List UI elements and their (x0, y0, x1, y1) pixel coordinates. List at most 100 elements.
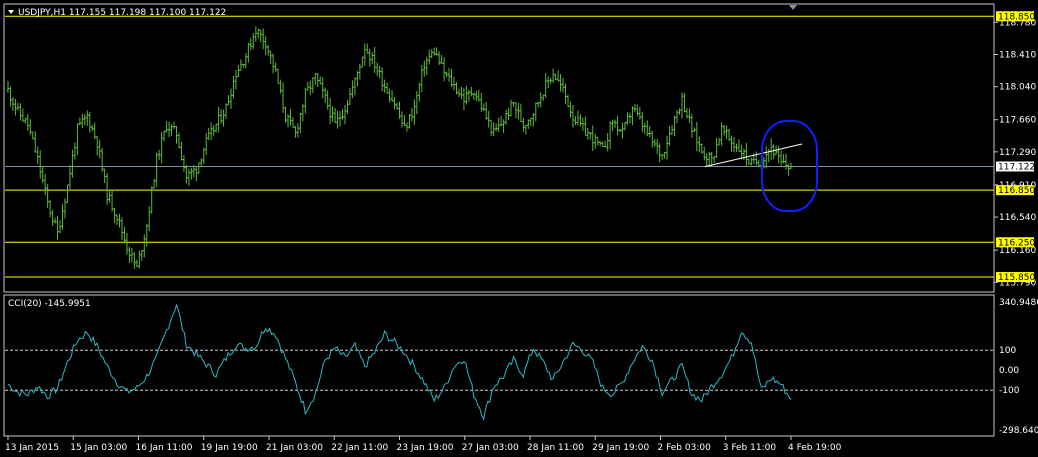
price-bar (682, 93, 686, 113)
price-bar (301, 104, 305, 122)
price-bar (566, 94, 570, 108)
price-bar (234, 69, 238, 90)
price-bar (578, 114, 582, 127)
price-bar (687, 108, 691, 123)
price-bar (388, 88, 392, 103)
price-bar (469, 86, 473, 97)
price-bar (140, 249, 144, 261)
price-bar (18, 103, 22, 121)
price-bar (231, 75, 235, 99)
current-price-tag: 117.122 (996, 161, 1035, 172)
time-label: 27 Jan 03:00 (462, 443, 519, 453)
price-bar (507, 108, 511, 121)
price-bar (402, 115, 406, 127)
price-bar (224, 103, 228, 119)
price-bar (710, 151, 714, 167)
price-bar (170, 124, 174, 137)
price-bar (363, 43, 367, 66)
scroll-marker-icon[interactable] (789, 5, 797, 10)
price-bar (526, 119, 530, 129)
price-bar (673, 115, 677, 137)
price-bar (415, 91, 419, 115)
price-bar (26, 114, 30, 131)
price-bar (502, 119, 506, 133)
price-bar (474, 90, 478, 102)
chart-canvas[interactable]: 118.780118.410118.040117.660117.290116.9… (0, 0, 1038, 457)
price-bar (633, 104, 637, 113)
price-bar (222, 109, 226, 127)
price-bar (353, 77, 357, 96)
price-bar (36, 146, 40, 165)
price-bar (764, 146, 768, 169)
price-bar (281, 82, 285, 114)
price-bar (529, 117, 533, 126)
price-bar (360, 56, 364, 68)
price-bar (504, 109, 508, 125)
price-bar (635, 104, 639, 117)
price-bar (160, 131, 164, 164)
cci-axis-label: -298.6405 (999, 426, 1038, 436)
price-bar (370, 51, 374, 65)
price-bar (593, 133, 597, 149)
price-bar (571, 105, 575, 128)
price-pane-border (3, 3, 995, 293)
price-bar (400, 111, 404, 128)
price-bar (596, 136, 600, 146)
price-bar (730, 135, 734, 152)
price-bar (677, 108, 681, 115)
price-bar (204, 132, 208, 156)
price-bar (772, 144, 776, 160)
price-bar (217, 106, 221, 133)
price-bar (650, 131, 654, 148)
price-bar (425, 56, 429, 75)
price-bar (412, 99, 416, 126)
price-bar (137, 250, 141, 269)
price-bar (608, 121, 612, 150)
time-label: 4 Feb 19:00 (788, 443, 842, 453)
price-bar (184, 164, 188, 184)
price-bar (172, 121, 176, 130)
price-bar (606, 133, 610, 152)
price-bar (739, 144, 743, 160)
price-bar (249, 37, 253, 51)
price-bar (199, 158, 203, 167)
price-bar (393, 97, 397, 110)
price-bar (373, 46, 377, 73)
price-bar (132, 252, 136, 270)
price-bar (313, 73, 317, 85)
time-label: 22 Jan 11:00 (331, 443, 388, 453)
price-bar (48, 199, 52, 218)
price-bar (152, 178, 156, 189)
price-bar (33, 131, 37, 153)
price-bar (8, 86, 12, 107)
price-axis-label: 118.040 (999, 83, 1036, 93)
price-bar (546, 76, 550, 89)
price-bar (6, 80, 10, 93)
level-tag-text: 118.850 (998, 12, 1035, 22)
price-bar (331, 106, 335, 122)
price-bar (534, 102, 538, 122)
price-bar (286, 114, 290, 128)
price-bar (385, 82, 389, 94)
price-bar (621, 122, 625, 139)
price-bar (274, 62, 278, 73)
triangle-down-icon[interactable] (8, 10, 14, 14)
current-price-tag-text: 117.122 (998, 162, 1035, 172)
price-bar (717, 138, 721, 146)
price-axis-label: 117.660 (999, 116, 1036, 126)
price-bar (616, 115, 620, 136)
price-bar (487, 110, 491, 128)
price-bar (100, 147, 104, 172)
price-bar (568, 101, 572, 118)
price-bar (648, 126, 652, 138)
price-bar (390, 90, 394, 102)
price-bar (410, 107, 414, 122)
price-bar (749, 157, 753, 166)
price-bar (573, 116, 577, 126)
price-bar (767, 148, 771, 163)
time-label: 29 Jan 19:00 (592, 443, 649, 453)
price-bar (229, 88, 233, 110)
price-bar (264, 36, 268, 56)
price-bar (464, 85, 468, 105)
price-bar (182, 155, 186, 173)
